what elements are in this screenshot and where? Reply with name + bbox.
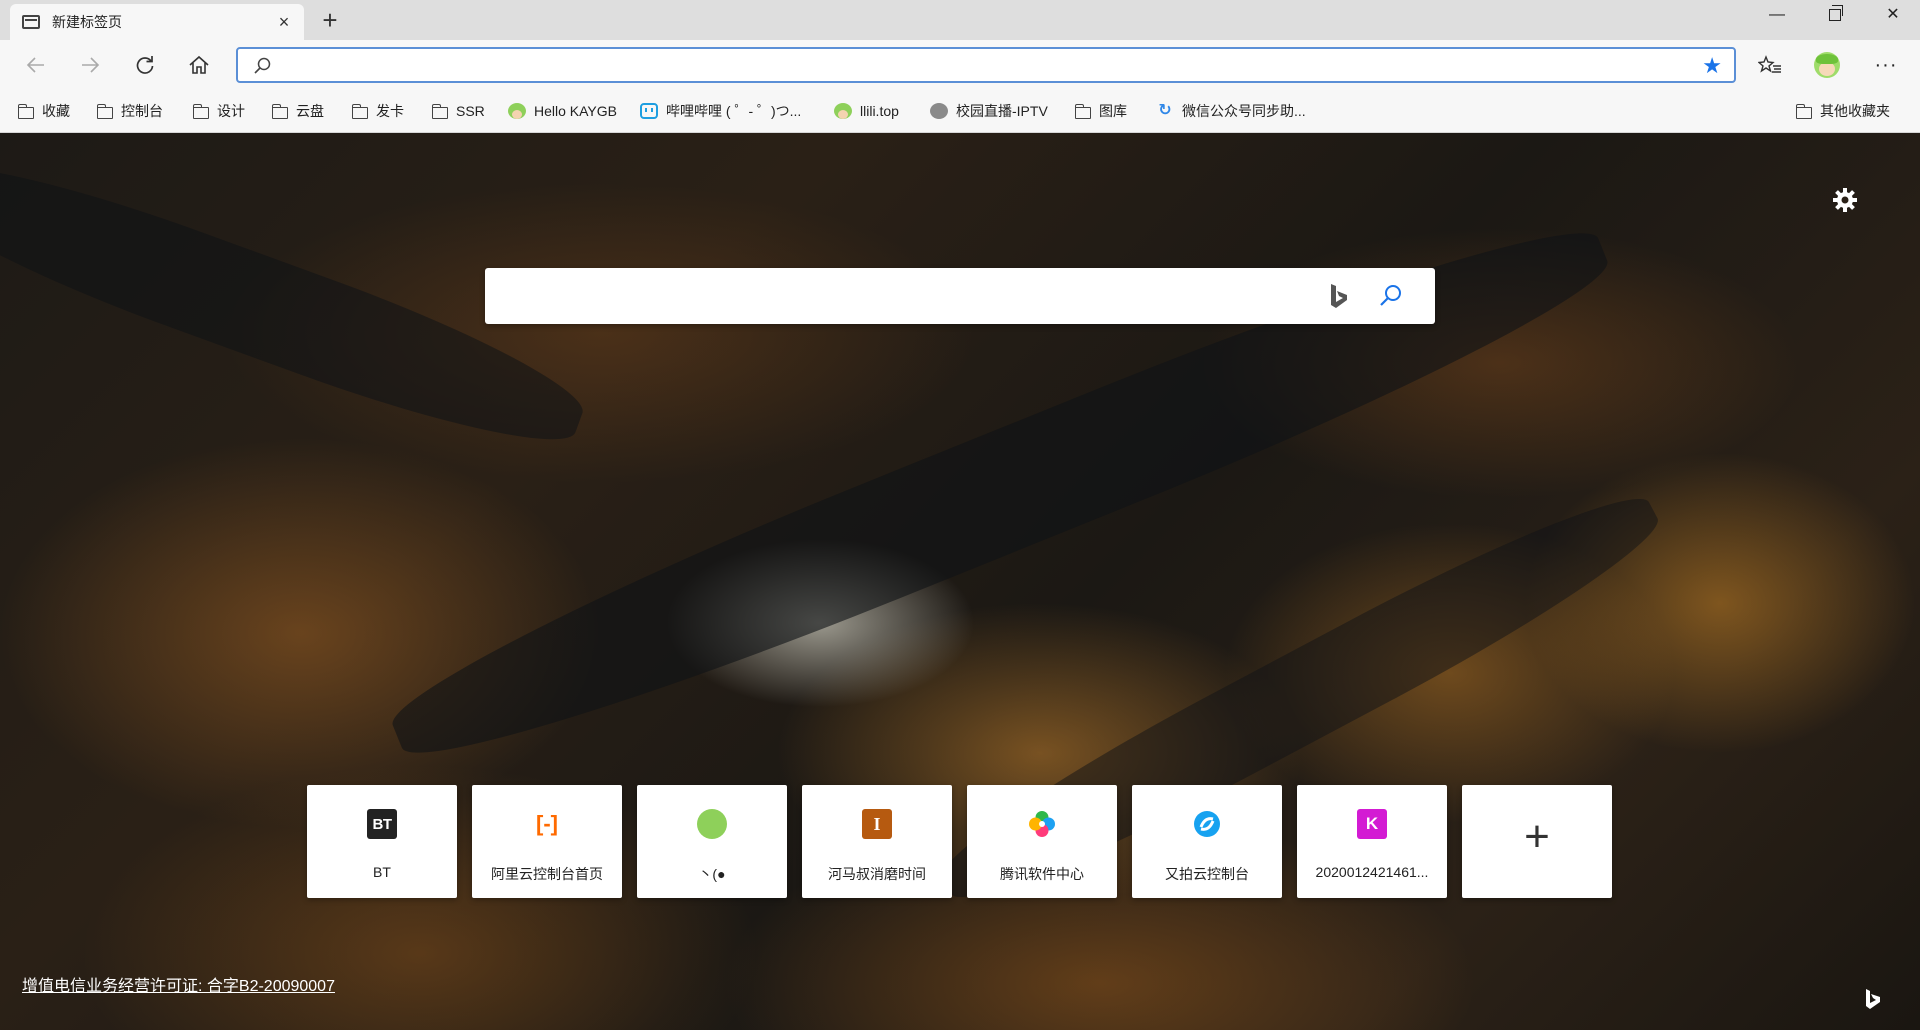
quick-link-tile[interactable]: BT BT [307,785,457,898]
license-link[interactable]: 增值电信业务经营许可证: 合字B2-20090007 [22,972,335,996]
tile-label: 丶(● [698,866,726,882]
tv-icon [930,103,948,119]
bookmark-label: Hello KAYGB [534,103,617,119]
favorite-star-icon[interactable]: ★ [1702,53,1722,79]
quick-link-tile[interactable]: I 河马叔消磨时间 [802,785,952,898]
bookmark-label: 云盘 [296,103,324,119]
bookmark-label: llili.top [860,103,899,119]
search-icon [254,57,271,74]
bilibili-icon [640,103,658,119]
quick-link-tile[interactable]: 腾讯软件中心 [967,785,1117,898]
bookmark-label: 微信公众号同步助... [1182,103,1306,119]
back-button[interactable] [18,48,54,82]
folder-icon [96,103,113,119]
folder-icon [351,103,368,119]
tab-new-tab[interactable]: 新建标签页 × [10,4,304,40]
folder-icon [192,103,209,119]
tile-label: 2020012421461... [1315,864,1429,880]
bing-corner-icon[interactable] [1860,986,1886,1012]
forward-arrow-icon [82,57,100,73]
plus-icon: + [1524,812,1550,861]
bookmark-item[interactable]: 云盘 [271,100,324,122]
home-button[interactable] [181,48,217,82]
tencent-clover-icon [1027,809,1057,839]
tab-close-button[interactable]: × [274,12,294,33]
sync-icon: ↻ [1158,102,1172,119]
refresh-icon [136,56,154,74]
folder-icon [1795,103,1812,119]
folder-icon [17,103,34,119]
bookmark-label: 哔哩哔哩 ( ゜- ゜)つ... [666,103,802,119]
more-menu-button[interactable]: ··· [1868,48,1904,82]
profile-button[interactable] [1809,48,1845,82]
bookmark-label: SSR [456,103,485,119]
close-window-button[interactable]: ✕ [1864,0,1920,32]
tile-label: 腾讯软件中心 [1000,866,1084,882]
bookmark-item[interactable]: 收藏 [17,100,70,122]
quick-link-tile[interactable]: 又拍云控制台 [1132,785,1282,898]
bookmark-label: 图库 [1099,103,1127,119]
folder-icon [431,103,448,119]
back-arrow-icon [26,57,44,73]
bookmark-item[interactable]: llili.top [834,100,899,122]
avatar-icon [697,809,727,839]
address-bar[interactable]: ★ [236,47,1736,83]
hema-icon: I [862,809,892,839]
bing-logo-icon [1331,284,1347,308]
restore-button[interactable] [1806,0,1864,32]
bookmark-label: 其他收藏夹 [1820,103,1890,119]
home-icon [189,55,209,74]
other-favorites[interactable]: 其他收藏夹 [1795,100,1890,122]
address-input[interactable] [282,55,1666,77]
folder-icon [1074,103,1091,119]
tab-title: 新建标签页 [52,14,122,30]
new-tab-page-icon [22,15,40,29]
bookmark-item[interactable]: 控制台 [96,100,163,122]
web-search-box[interactable] [485,268,1435,324]
restore-icon [1829,5,1843,21]
tile-label: 阿里云控制台首页 [491,866,603,882]
bookmark-item[interactable]: 图库 [1074,100,1127,122]
bookmark-item[interactable]: SSR [431,100,485,122]
search-button[interactable] [1377,282,1405,310]
quick-link-tile[interactable]: 丶(● [637,785,787,898]
quick-link-tile[interactable]: K 2020012421461... [1297,785,1447,898]
tile-label: 又拍云控制台 [1165,866,1249,882]
bookmark-label: 设计 [217,103,245,119]
upyun-icon [1192,809,1222,839]
avatar [1814,52,1840,78]
favorites-list-icon [1758,55,1781,73]
k-letter-icon: K [1357,809,1387,839]
bookmark-item[interactable]: ↻ 微信公众号同步助... [1156,100,1306,122]
forward-button[interactable] [72,48,108,82]
new-tab-button[interactable]: + [314,6,346,36]
tile-label: BT [373,864,391,880]
search-input[interactable] [503,284,1307,310]
quick-link-tile[interactable]: [-] 阿里云控制台首页 [472,785,622,898]
favorites-bar: 收藏 控制台 设计 云盘 发卡 SSR Hello KAYGB 哔哩哔哩 ( ゜… [0,90,1920,133]
refresh-button[interactable] [127,48,163,82]
tile-label: 河马叔消磨时间 [828,866,926,882]
bookmark-item[interactable]: 校园直播-IPTV [930,100,1048,122]
bookmark-label: 校园直播-IPTV [956,103,1048,119]
add-site-tile[interactable]: + [1462,785,1612,898]
bt-icon: BT [367,809,397,839]
avatar-icon [834,103,852,119]
bookmark-label: 收藏 [42,103,70,119]
bookmark-item[interactable]: 哔哩哔哩 ( ゜- ゜)つ... [640,100,801,122]
bookmark-label: 控制台 [121,103,163,119]
bookmark-item[interactable]: 发卡 [351,100,404,122]
bookmark-label: 发卡 [376,103,404,119]
minimize-button[interactable]: — [1748,0,1806,32]
navigation-bar: ★ ··· [0,40,1920,90]
title-bar: 新建标签页 × + — ✕ [0,0,1920,40]
bookmark-item[interactable]: 设计 [192,100,245,122]
avatar-icon [508,103,526,119]
settings-gear-icon[interactable] [1830,185,1860,215]
aliyun-icon: [-] [532,809,562,839]
quick-links: BT BT [-] 阿里云控制台首页 丶(● I 河马叔消磨时间 腾讯软件中心 [307,785,1613,898]
bookmark-item[interactable]: Hello KAYGB [508,100,617,122]
favorites-button[interactable] [1752,48,1788,82]
folder-icon [271,103,288,119]
